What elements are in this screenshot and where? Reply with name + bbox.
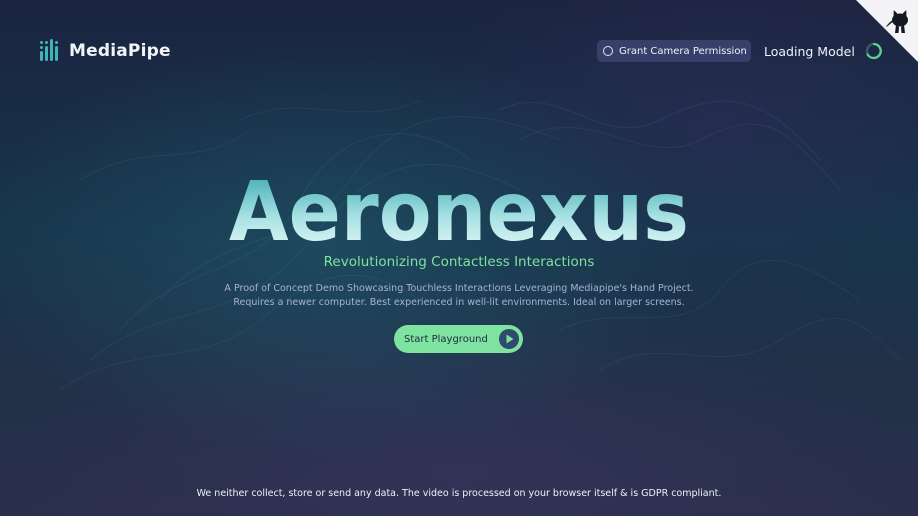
start-playground-label: Start Playground (404, 333, 488, 345)
grant-camera-permission-label: Grant Camera Permission (619, 45, 747, 57)
ring-icon (603, 46, 613, 56)
hero-description-line-2: Requires a newer computer. Best experien… (233, 297, 685, 308)
hero-title-text: Aeronexus (229, 168, 689, 252)
hero-title: Aeronexus (229, 168, 689, 252)
loading-model-label: Loading Model (764, 43, 855, 59)
hero-description-line-1: A Proof of Concept Demo Showcasing Touch… (224, 283, 694, 294)
mediapipe-logo-icon (40, 39, 58, 61)
privacy-note: We neither collect, store or send any da… (196, 488, 722, 499)
start-playground-button[interactable]: Start Playground (394, 325, 523, 353)
landing-page: MediaPipe Grant Camera Permission Loadin… (0, 0, 918, 516)
github-corner-link[interactable] (856, 0, 918, 62)
brand-name: MediaPipe (69, 41, 171, 61)
hero-tagline: Revolutionizing Contactless Interactions (323, 254, 595, 270)
grant-camera-permission-button[interactable]: Grant Camera Permission (597, 40, 751, 62)
brand-logo[interactable]: MediaPipe (40, 38, 171, 64)
play-icon (499, 329, 519, 349)
